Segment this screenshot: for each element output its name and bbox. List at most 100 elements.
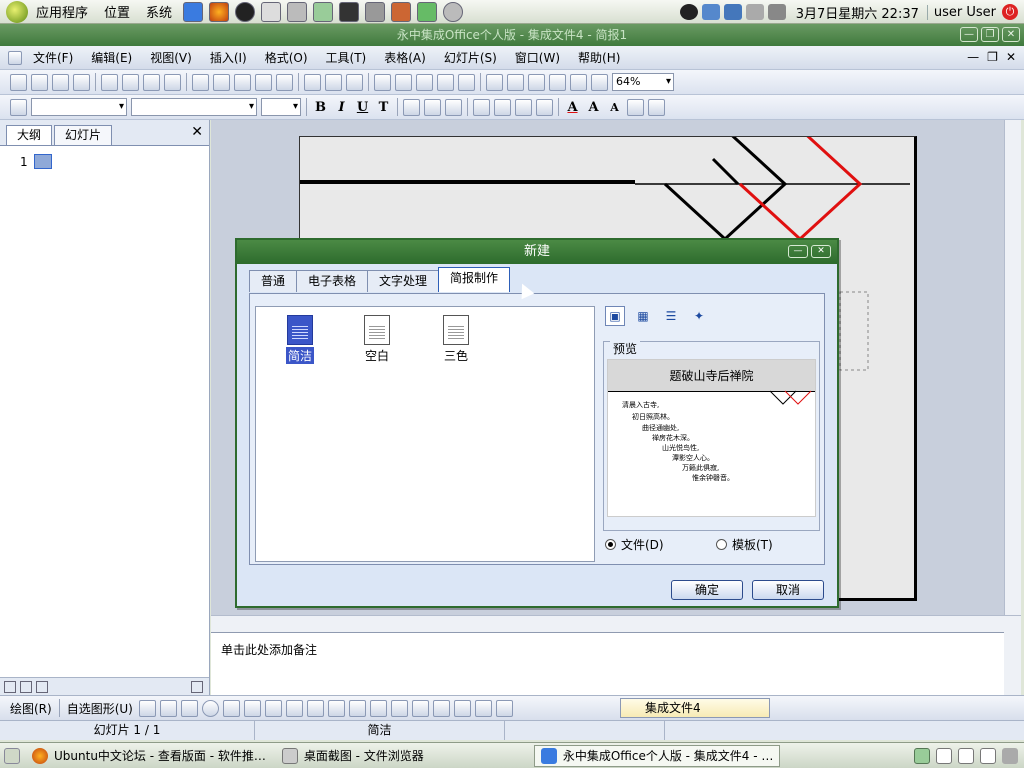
- slide-horizontal-scrollbar[interactable]: [211, 615, 1021, 632]
- applications-menu[interactable]: 应用程序: [28, 2, 96, 21]
- navigator-icon[interactable]: [374, 73, 391, 91]
- camera-icon[interactable]: [365, 1, 386, 22]
- export-icon[interactable]: [143, 73, 160, 91]
- menu-view[interactable]: 视图(V): [141, 49, 201, 66]
- line-tool-icon[interactable]: [138, 699, 156, 717]
- insert-table-icon[interactable]: [416, 73, 433, 91]
- align-center-icon[interactable]: [424, 98, 441, 116]
- radio-file[interactable]: 文件(D): [605, 536, 664, 553]
- menu-file[interactable]: 文件(F): [24, 49, 82, 66]
- power-icon[interactable]: ⏻: [1002, 4, 1018, 20]
- tab-presentation[interactable]: 简报制作: [438, 267, 511, 292]
- picture-icon[interactable]: [327, 699, 345, 717]
- styles-icon[interactable]: [10, 98, 27, 116]
- dash-style-icon[interactable]: [432, 699, 450, 717]
- shadow-text-icon[interactable]: T: [375, 100, 392, 115]
- document-task-box[interactable]: 集成文件4: [620, 698, 770, 718]
- wordart-icon[interactable]: [264, 699, 282, 717]
- format-painter-icon[interactable]: [255, 73, 272, 91]
- dialog-close-icon[interactable]: ✕: [811, 245, 831, 258]
- decrease-indent-icon[interactable]: [515, 98, 532, 116]
- font-color-icon[interactable]: [528, 73, 545, 91]
- qq-icon[interactable]: [235, 1, 256, 22]
- tab-general[interactable]: 普通: [249, 270, 298, 292]
- copy-icon[interactable]: [213, 73, 230, 91]
- notes-area[interactable]: 单击此处添加备注: [211, 632, 1004, 695]
- dialog-minimize-icon[interactable]: —: [788, 245, 808, 258]
- slide-layout-icon[interactable]: [507, 73, 524, 91]
- arrow-style-icon[interactable]: [453, 699, 471, 717]
- clipart-icon[interactable]: [306, 699, 324, 717]
- menu-window[interactable]: 窗口(W): [506, 49, 569, 66]
- radio-template[interactable]: 模板(T): [716, 536, 773, 553]
- document-icon[interactable]: [8, 50, 22, 65]
- rectangle-tool-icon[interactable]: [180, 699, 198, 717]
- calculator-icon[interactable]: [313, 1, 334, 22]
- line-color-icon[interactable]: [369, 699, 387, 717]
- save-icon[interactable]: [52, 73, 69, 91]
- line-spacing-icon[interactable]: [648, 98, 665, 116]
- screen-icon[interactable]: [261, 1, 282, 22]
- settings-icon[interactable]: [591, 73, 608, 91]
- columns-icon[interactable]: [486, 73, 503, 91]
- hyperlink-icon[interactable]: [346, 73, 363, 91]
- animation-icon[interactable]: [570, 73, 587, 91]
- system-menu[interactable]: 系统: [138, 2, 180, 21]
- distro-logo-icon[interactable]: [6, 0, 28, 23]
- print-preview-icon[interactable]: [122, 73, 139, 91]
- italic-icon[interactable]: I: [333, 100, 350, 115]
- template-three-color[interactable]: 三色: [426, 315, 486, 364]
- bullets-icon[interactable]: [473, 98, 490, 116]
- doc-close-icon[interactable]: ✕: [1006, 50, 1016, 64]
- network-icon[interactable]: [701, 4, 720, 20]
- textbox-icon[interactable]: [222, 699, 240, 717]
- tab-slides[interactable]: 幻灯片: [54, 125, 113, 145]
- list-view-icon[interactable]: ☰: [661, 306, 681, 326]
- doc-minimize-icon[interactable]: —: [967, 50, 979, 64]
- menu-slideshow[interactable]: 幻灯片(S): [435, 49, 506, 66]
- draw-menu[interactable]: 绘图(R): [6, 700, 56, 717]
- grow-font-icon[interactable]: A: [585, 100, 602, 115]
- increase-indent-icon[interactable]: [536, 98, 553, 116]
- tab-outline[interactable]: 大纲: [6, 125, 53, 145]
- diagram-icon[interactable]: [285, 699, 303, 717]
- monitor-icon[interactable]: [417, 1, 438, 22]
- character-spacing-icon[interactable]: [627, 98, 644, 116]
- normal-view-icon[interactable]: [4, 680, 16, 693]
- menu-insert[interactable]: 插入(I): [201, 49, 256, 66]
- menu-help[interactable]: 帮助(H): [569, 49, 629, 66]
- firefox-icon[interactable]: [209, 1, 230, 22]
- qq-tray-icon[interactable]: [679, 4, 698, 20]
- 3d-icon[interactable]: [495, 699, 513, 717]
- font-name-select[interactable]: [131, 98, 257, 116]
- line-style-icon[interactable]: [411, 699, 429, 717]
- autoshape-menu[interactable]: 自选图形(U): [63, 700, 137, 717]
- template-list[interactable]: 简洁 空白 三色: [255, 306, 595, 562]
- bluetooth-icon[interactable]: [723, 4, 742, 20]
- charts-icon[interactable]: [391, 1, 412, 22]
- tab-word-processing[interactable]: 文字处理: [367, 270, 440, 292]
- edit-icon[interactable]: [395, 73, 412, 91]
- task-office[interactable]: 永中集成Office个人版 - 集成文件4 - …: [533, 744, 781, 767]
- template-blank[interactable]: 空白: [347, 315, 407, 364]
- template-concise[interactable]: 简洁: [270, 315, 330, 364]
- save-all-icon[interactable]: [73, 73, 90, 91]
- font-color-draw-icon[interactable]: [390, 699, 408, 717]
- slide-thumbnail[interactable]: [33, 154, 52, 169]
- maximize-icon[interactable]: ❐: [981, 27, 999, 42]
- shrink-font-icon[interactable]: A: [606, 101, 623, 114]
- cancel-button[interactable]: 取消: [752, 580, 824, 600]
- underline-icon[interactable]: U: [354, 100, 371, 115]
- printer-icon[interactable]: [287, 1, 308, 22]
- spellcheck-icon[interactable]: [164, 73, 181, 91]
- ellipse-tool-icon[interactable]: [201, 699, 219, 717]
- open-icon[interactable]: [31, 73, 48, 91]
- volume-icon[interactable]: [767, 4, 786, 20]
- numbering-icon[interactable]: [494, 98, 511, 116]
- paste-icon[interactable]: [234, 73, 251, 91]
- cut-icon[interactable]: [192, 73, 209, 91]
- text-color-icon[interactable]: A: [564, 100, 581, 115]
- new-icon[interactable]: [10, 73, 27, 91]
- fill-color-icon[interactable]: [348, 699, 366, 717]
- task-file-browser[interactable]: 桌面截图 - 文件浏览器: [276, 745, 430, 767]
